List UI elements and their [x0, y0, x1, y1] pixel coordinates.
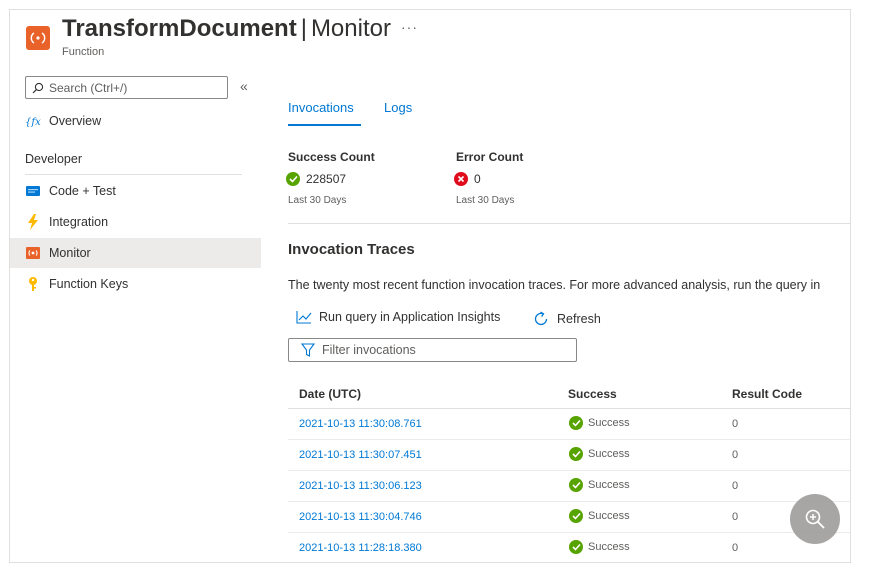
sidebar-item-label: Integration: [49, 215, 109, 229]
invocation-date-link[interactable]: 2021-10-13 11:30:08.761: [299, 418, 422, 430]
refresh-button[interactable]: Refresh: [532, 310, 601, 328]
invocation-date-link[interactable]: 2021-10-13 11:30:07.451: [299, 449, 422, 461]
column-header-success[interactable]: Success: [568, 387, 617, 401]
svg-text:{fx}: {fx}: [25, 117, 41, 127]
table-row[interactable]: 2021-10-13 11:30:07.451 Success 0: [288, 440, 850, 471]
key-icon: [25, 276, 41, 292]
section-divider: [288, 223, 850, 224]
zoom-in-icon: [805, 509, 825, 529]
function-fx-icon: {fx}: [25, 113, 41, 129]
invocation-date-link[interactable]: 2021-10-13 11:28:18.380: [299, 542, 422, 554]
search-icon: [32, 82, 44, 93]
run-query-label: Run query in Application Insights: [319, 310, 501, 324]
table-row[interactable]: 2021-10-13 11:30:04.746 Success 0: [288, 502, 850, 533]
run-query-button[interactable]: Run query in Application Insights: [296, 310, 500, 324]
error-count-label: Error Count: [456, 150, 524, 164]
invocation-status: Success: [569, 478, 630, 492]
success-check-icon: [569, 478, 583, 492]
filter-placeholder: Filter invocations: [322, 343, 416, 357]
success-count-label: Success Count: [288, 150, 375, 164]
refresh-label: Refresh: [557, 312, 601, 326]
invocation-status-label: Success: [588, 417, 630, 429]
sidebar-item-code-test[interactable]: Code + Test: [10, 176, 261, 206]
active-tab-indicator: [288, 124, 361, 126]
more-options-button[interactable]: ···: [401, 19, 418, 35]
success-count-number: 228507: [306, 172, 347, 186]
sidebar-item-label: Code + Test: [49, 184, 116, 198]
invocation-date-link[interactable]: 2021-10-13 11:30:06.123: [299, 480, 422, 492]
column-header-result-code[interactable]: Result Code: [732, 387, 802, 401]
page-title-resource: TransformDocument: [62, 15, 297, 42]
collapse-sidebar-button[interactable]: «: [240, 78, 248, 94]
invocation-status-label: Success: [588, 448, 630, 460]
sidebar-item-integration[interactable]: Integration: [10, 207, 261, 237]
sidebar-item-monitor[interactable]: Monitor: [10, 238, 261, 268]
invocation-status: Success: [569, 416, 630, 430]
invocation-status: Success: [569, 447, 630, 461]
sidebar-search-input[interactable]: Search (Ctrl+/): [25, 76, 228, 99]
line-chart-icon: [296, 310, 312, 324]
invocation-date-link[interactable]: 2021-10-13 11:30:04.746: [299, 511, 422, 523]
invocation-traces-description: The twenty most recent function invocati…: [288, 278, 821, 292]
success-count-value: 228507: [286, 172, 346, 186]
tab-logs[interactable]: Logs: [384, 100, 412, 115]
sidebar-section-developer: Developer: [25, 152, 82, 166]
portal-blade: TransformDocument | Monitor ··· Function S…: [9, 9, 851, 563]
sidebar-item-overview[interactable]: {fx} Overview: [10, 106, 261, 136]
success-check-icon: [569, 540, 583, 554]
sidebar-section-divider: [25, 174, 242, 175]
error-count-period: Last 30 Days: [456, 195, 515, 206]
success-check-icon: [286, 172, 300, 186]
sidebar-item-label: Overview: [49, 114, 102, 128]
success-count-period: Last 30 Days: [288, 195, 347, 206]
sidebar-item-function-keys[interactable]: Function Keys: [10, 269, 261, 299]
filter-invocations-input[interactable]: Filter invocations: [288, 338, 577, 362]
invocation-traces-title: Invocation Traces: [288, 241, 415, 258]
invocation-result-code: 0: [732, 418, 739, 430]
code-icon: [25, 183, 41, 199]
invocation-result-code: 0: [732, 542, 739, 554]
invocation-status-label: Success: [588, 510, 630, 522]
invocation-result-code: 0: [732, 480, 739, 492]
tab-invocations[interactable]: Invocations: [288, 100, 354, 115]
search-placeholder: Search (Ctrl+/): [49, 80, 128, 95]
error-x-icon: [454, 172, 468, 186]
lightning-icon: [25, 214, 41, 230]
zoom-in-button[interactable]: [790, 494, 840, 544]
invocation-status: Success: [569, 540, 630, 554]
sidebar-item-label: Monitor: [49, 246, 91, 260]
error-count-value: 0: [454, 172, 481, 186]
invocation-status-label: Success: [588, 541, 630, 553]
refresh-icon: [532, 310, 550, 328]
filter-icon: [301, 343, 315, 357]
column-header-date[interactable]: Date (UTC): [299, 387, 361, 401]
table-row[interactable]: 2021-10-13 11:28:18.380 Success 0: [288, 533, 850, 562]
page-title-separator: |: [300, 15, 307, 42]
monitor-icon: [25, 245, 41, 261]
page-title-section: Monitor: [310, 15, 391, 42]
success-check-icon: [569, 416, 583, 430]
function-app-icon: [26, 26, 50, 50]
invocation-status: Success: [569, 509, 630, 523]
success-check-icon: [569, 447, 583, 461]
invocation-result-code: 0: [732, 511, 739, 523]
page-title: TransformDocument | Monitor: [62, 15, 391, 43]
invocation-status-label: Success: [588, 479, 630, 491]
sidebar-item-label: Function Keys: [49, 277, 129, 291]
success-check-icon: [569, 509, 583, 523]
table-row[interactable]: 2021-10-13 11:30:08.761 Success 0: [288, 409, 850, 440]
error-count-number: 0: [474, 172, 481, 186]
invocation-result-code: 0: [732, 449, 739, 461]
table-row[interactable]: 2021-10-13 11:30:06.123 Success 0: [288, 471, 850, 502]
page-subtitle: Function: [62, 46, 105, 58]
